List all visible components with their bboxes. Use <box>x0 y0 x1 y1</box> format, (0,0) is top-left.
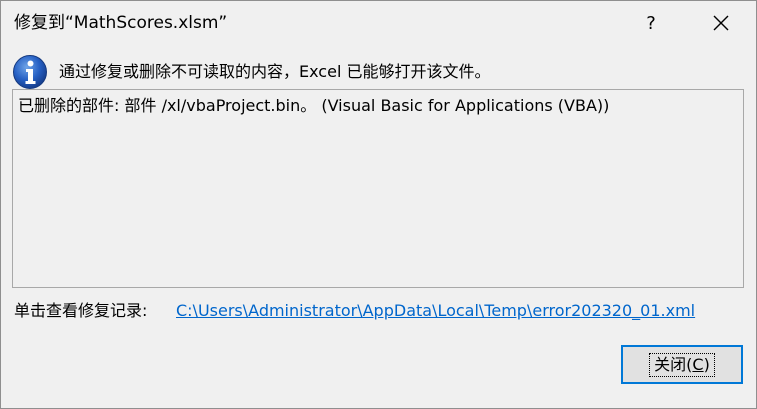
help-button[interactable]: ? <box>629 3 673 43</box>
repair-dialog: 修复到“MathScores.xlsm” ? 通过修复或删除不可读取的内容，Ex… <box>0 0 757 409</box>
close-label-mnemonic: C <box>692 354 704 374</box>
repair-log-label: 单击查看修复记录: <box>14 301 148 320</box>
close-dialog-button[interactable]: 关闭(C) <box>621 345 743 384</box>
close-label-prefix: 关闭( <box>654 354 693 374</box>
details-text: 已删除的部件: 部件 /xl/vbaProject.bin。 (Visual B… <box>18 96 610 115</box>
repair-log-link[interactable]: C:\Users\Administrator\AppData\Local\Tem… <box>176 300 695 322</box>
info-icon <box>13 55 47 89</box>
close-label-suffix: ) <box>703 354 710 374</box>
details-box[interactable]: 已删除的部件: 部件 /xl/vbaProject.bin。 (Visual B… <box>12 89 744 288</box>
close-button[interactable] <box>699 3 743 43</box>
title-bar: 修复到“MathScores.xlsm” ? <box>1 1 756 45</box>
dialog-title: 修复到“MathScores.xlsm” <box>14 13 228 33</box>
info-message: 通过修复或删除不可读取的内容，Excel 已能够打开该文件。 <box>59 62 491 81</box>
close-icon <box>713 15 729 31</box>
close-dialog-button-label: 关闭(C) <box>649 352 715 377</box>
